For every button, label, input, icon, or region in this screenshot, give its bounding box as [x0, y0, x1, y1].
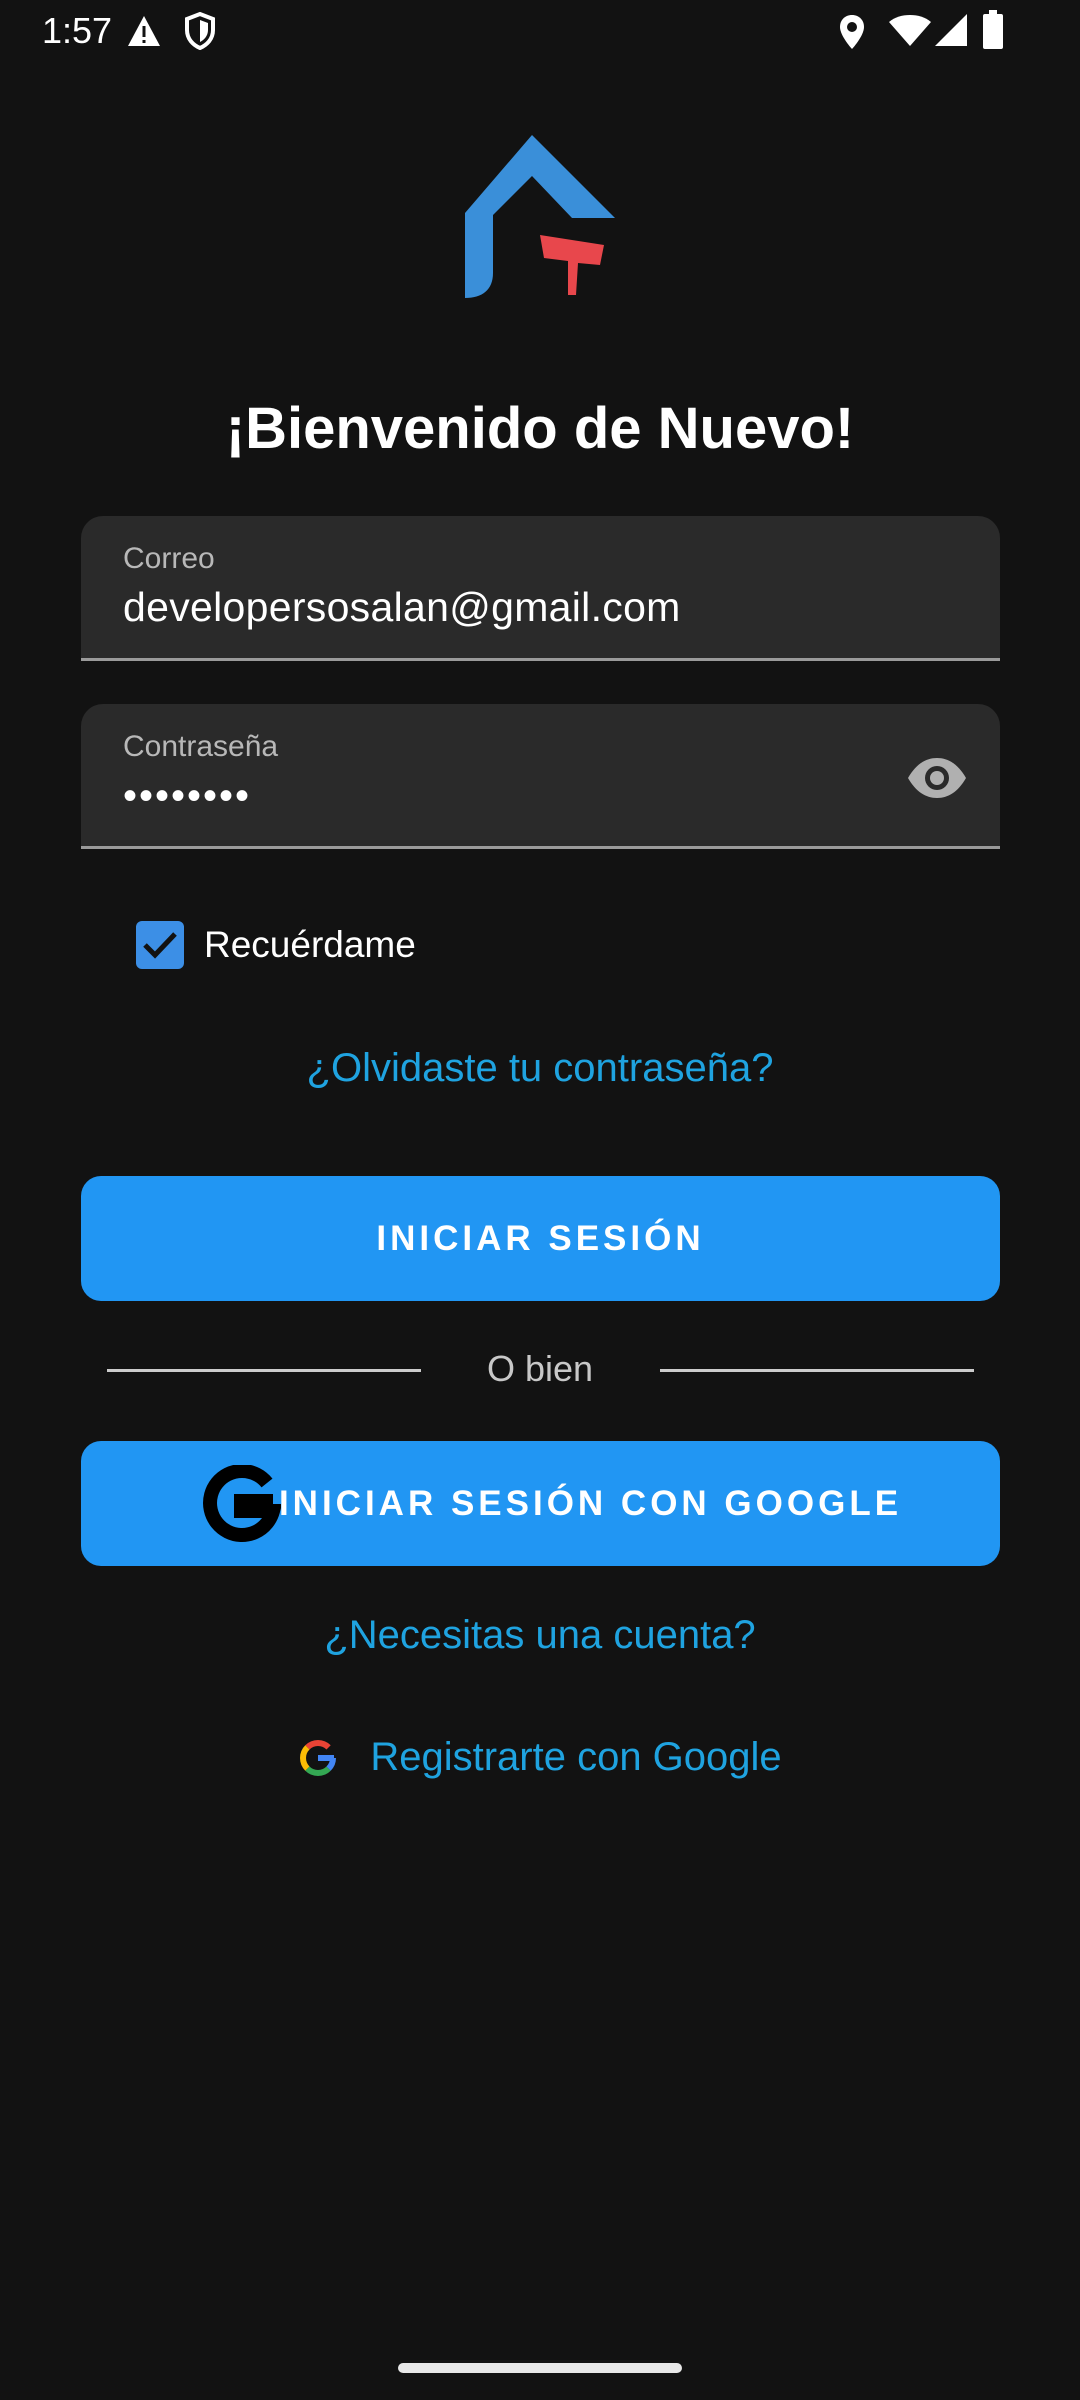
password-label: Contraseña: [123, 730, 279, 763]
check-icon: [143, 932, 177, 959]
home-indicator[interactable]: [398, 2363, 682, 2373]
register-google-link[interactable]: Registrarte con Google: [0, 1735, 1080, 1780]
google-g-icon: [203, 1465, 281, 1542]
page-title: ¡Bienvenido de Nuevo!: [225, 396, 855, 461]
google-signin-button[interactable]: INICIAR SESIÓN CON GOOGLE: [81, 1441, 1000, 1566]
app-logo: [465, 135, 615, 298]
login-button-label: INICIAR SESIÓN: [376, 1218, 705, 1258]
status-bar: 1:57: [0, 0, 1080, 64]
email-value[interactable]: developersosalan@gmail.com: [123, 584, 681, 631]
divider-right: [660, 1369, 974, 1372]
email-label: Correo: [123, 542, 215, 575]
need-account-link[interactable]: ¿Necesitas una cuenta?: [0, 1613, 1080, 1658]
shield-icon: [185, 12, 215, 50]
email-field[interactable]: Correo developersosalan@gmail.com: [81, 516, 1000, 661]
login-button[interactable]: INICIAR SESIÓN: [81, 1176, 1000, 1301]
register-google-label: Registrarte con Google: [370, 1735, 782, 1779]
wifi-icon: [889, 15, 931, 46]
warning-icon: [128, 16, 160, 46]
remember-checkbox[interactable]: [136, 921, 184, 969]
password-value[interactable]: ••••••••: [123, 774, 251, 819]
signal-icon: [935, 14, 967, 46]
eye-icon[interactable]: [906, 754, 968, 802]
forgot-password-link[interactable]: ¿Olvidaste tu contraseña?: [0, 1046, 1080, 1091]
google-color-icon: [300, 1739, 337, 1776]
remember-label: Recuérdame: [204, 924, 416, 965]
remember-me[interactable]: Recuérdame: [136, 920, 416, 970]
battery-icon: [983, 10, 1003, 49]
password-field[interactable]: Contraseña ••••••••: [81, 704, 1000, 849]
status-time: 1:57: [42, 10, 113, 51]
location-icon: [840, 15, 864, 49]
google-signin-label: INICIAR SESIÓN CON GOOGLE: [278, 1483, 903, 1523]
